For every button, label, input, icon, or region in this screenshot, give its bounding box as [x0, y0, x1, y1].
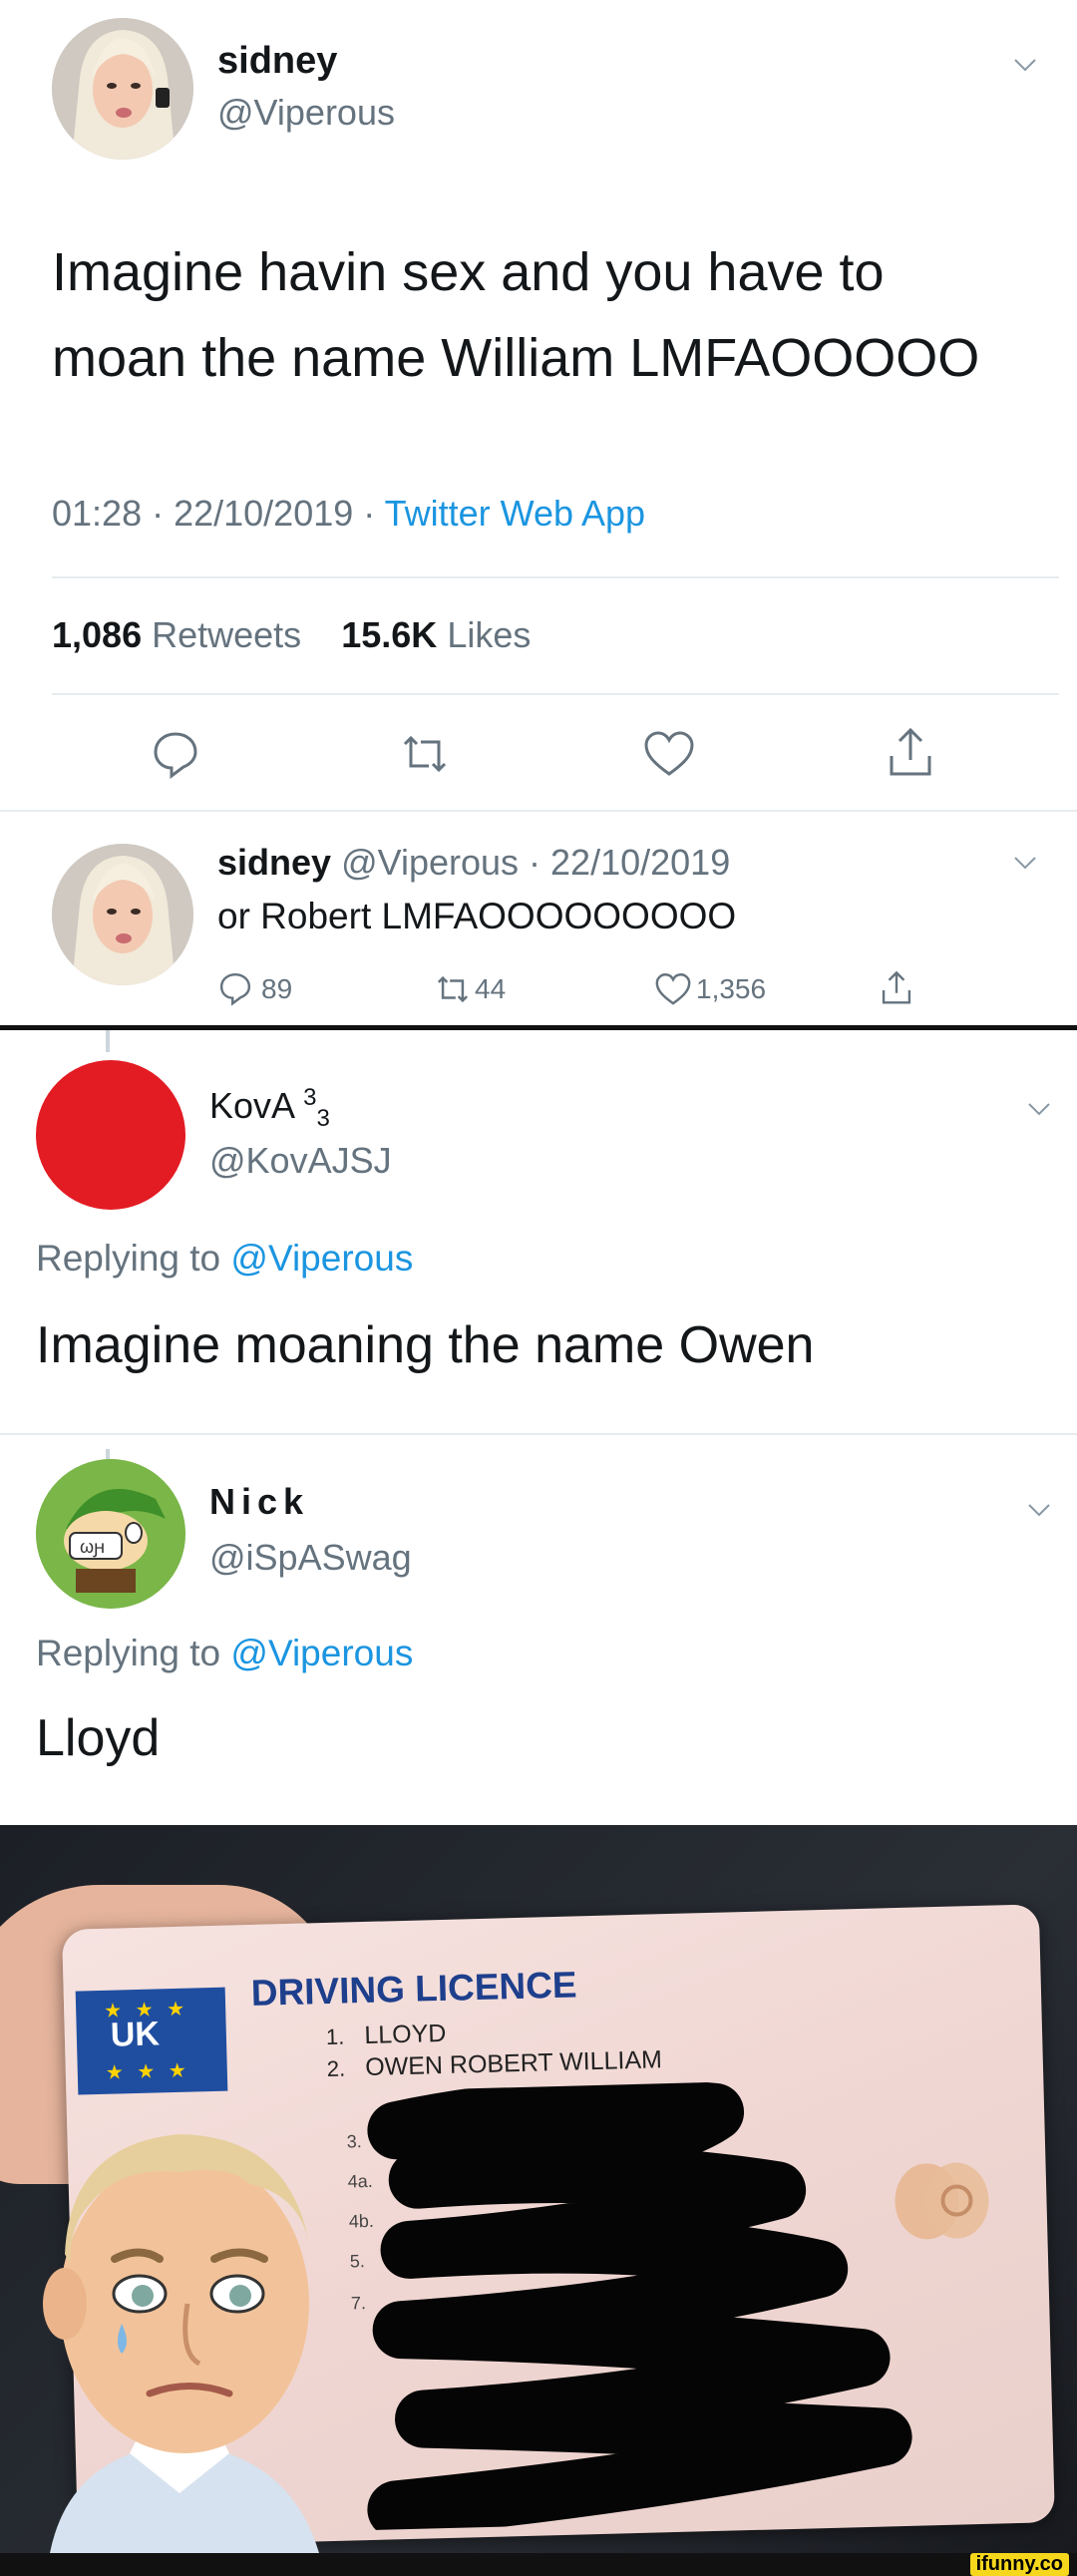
- ifunny-watermark: ifunny.co: [969, 2553, 1069, 2576]
- replies-panel: KovA 33 @KovAJSJ Replying to @Viperous I…: [0, 1030, 1077, 1825]
- avatar-photo: [52, 844, 193, 985]
- redaction-scribble: [367, 2077, 912, 2531]
- tweet-text-line: moan the name William LMFAOOOOO: [52, 328, 980, 388]
- engagement-stats: 1,086 Retweets 15.6K Likes: [52, 614, 531, 656]
- chevron-down-icon[interactable]: [1027, 1503, 1051, 1517]
- chevron-down-icon[interactable]: [1027, 1102, 1051, 1116]
- cartoon-avatar: ωԩ: [36, 1459, 185, 1609]
- author-name-text: KovA: [209, 1085, 294, 1126]
- watermark-bar: ifunny.co: [0, 2553, 1077, 2576]
- retweets-label[interactable]: Retweets: [152, 614, 301, 655]
- chevron-down-icon[interactable]: [1013, 58, 1037, 72]
- chevron-down-icon[interactable]: [1013, 856, 1037, 870]
- name-subscript: 3: [316, 1105, 330, 1133]
- reply-text: Lloyd: [36, 1709, 161, 1767]
- forenames-field: OWEN ROBERT WILLIAM: [364, 2045, 663, 2082]
- like-count: 1,356: [696, 973, 767, 1004]
- replying-to-handle[interactable]: @Viperous: [230, 1633, 413, 1673]
- divider: [52, 576, 1059, 578]
- reply-count: 89: [261, 973, 293, 1004]
- replying-to-label: Replying to: [36, 1633, 231, 1673]
- avatar-photo: [52, 18, 193, 160]
- divider: [0, 810, 1077, 812]
- retweet-icon[interactable]: [433, 972, 473, 1006]
- replying-to-handle[interactable]: @Viperous: [230, 1238, 413, 1279]
- author-handle[interactable]: @KovAJSJ: [209, 1140, 392, 1182]
- hologram-emblem: [895, 2162, 989, 2240]
- avatar[interactable]: [52, 844, 193, 985]
- divider: [52, 693, 1059, 695]
- reply-icon[interactable]: [217, 970, 253, 1006]
- author-handle[interactable]: @iSpASwag: [209, 1537, 412, 1579]
- source-link[interactable]: Twitter Web App: [385, 493, 645, 534]
- avatar[interactable]: [36, 1060, 185, 1210]
- licence-title: DRIVING LICENCE: [250, 1964, 578, 2014]
- author-name[interactable]: sidney: [217, 842, 331, 883]
- svg-text:ωԩ: ωԩ: [80, 1537, 105, 1558]
- author-handle[interactable]: @Viperous: [217, 92, 395, 134]
- eu-stars: ★ ★ ★: [103, 1998, 189, 2023]
- reply-icon[interactable]: [150, 728, 201, 780]
- author-name[interactable]: KovA 33: [209, 1084, 330, 1133]
- tweet-text-line: Imagine havin sex and you have to: [52, 242, 885, 302]
- heart-icon[interactable]: [642, 730, 696, 778]
- surname-field: LLOYD: [364, 2019, 447, 2050]
- avatar[interactable]: ωԩ: [36, 1459, 185, 1609]
- divider: [0, 1433, 1077, 1435]
- likes-count[interactable]: 15.6K: [341, 614, 437, 655]
- meme-photo: UK ★ ★ ★ ★ ★ ★ DRIVING LICENCE 1. LLOYD …: [0, 1825, 1077, 2553]
- tweet-text: Imagine havin sex and you have to moan t…: [52, 229, 979, 401]
- licence-line: 2. OWEN ROBERT WILLIAM: [326, 2045, 662, 2083]
- share-icon[interactable]: [886, 726, 935, 780]
- thread-header: sidney @Viperous · 22/10/2019: [217, 842, 730, 884]
- tweet-timestamp: 01:28 · 22/10/2019 · Twitter Web App: [52, 493, 645, 535]
- thread-text: or Robert LMFAOOOOOOOOO: [217, 896, 737, 936]
- bitmoji-avatar: [43, 2134, 319, 2553]
- likes-label[interactable]: Likes: [447, 614, 531, 655]
- tweet-meta[interactable]: @Viperous · 22/10/2019: [341, 842, 730, 883]
- timestamp-text: 01:28 · 22/10/2019 ·: [52, 493, 385, 534]
- author-name[interactable]: sidney: [217, 40, 337, 83]
- heart-icon[interactable]: [654, 972, 692, 1006]
- avatar[interactable]: [52, 18, 193, 160]
- reply-text: Imagine moaning the name Owen: [36, 1316, 815, 1374]
- replying-to: Replying to @Viperous: [36, 1238, 413, 1280]
- retweet-count: 44: [475, 973, 507, 1004]
- tweet-panel: sidney @Viperous Imagine havin sex and y…: [0, 0, 1077, 1029]
- retweet-icon[interactable]: [397, 730, 453, 778]
- share-icon[interactable]: [880, 969, 913, 1007]
- replying-to-label: Replying to: [36, 1238, 231, 1279]
- replying-to: Replying to @Viperous: [36, 1633, 413, 1674]
- retweets-count[interactable]: 1,086: [52, 614, 142, 655]
- author-name[interactable]: Nick: [209, 1481, 309, 1523]
- field-number: 1.: [325, 2024, 345, 2050]
- licence-line: 1. LLOYD: [326, 2020, 447, 2051]
- thread-connector: [106, 1030, 110, 1052]
- name-superscript: 3: [303, 1084, 317, 1111]
